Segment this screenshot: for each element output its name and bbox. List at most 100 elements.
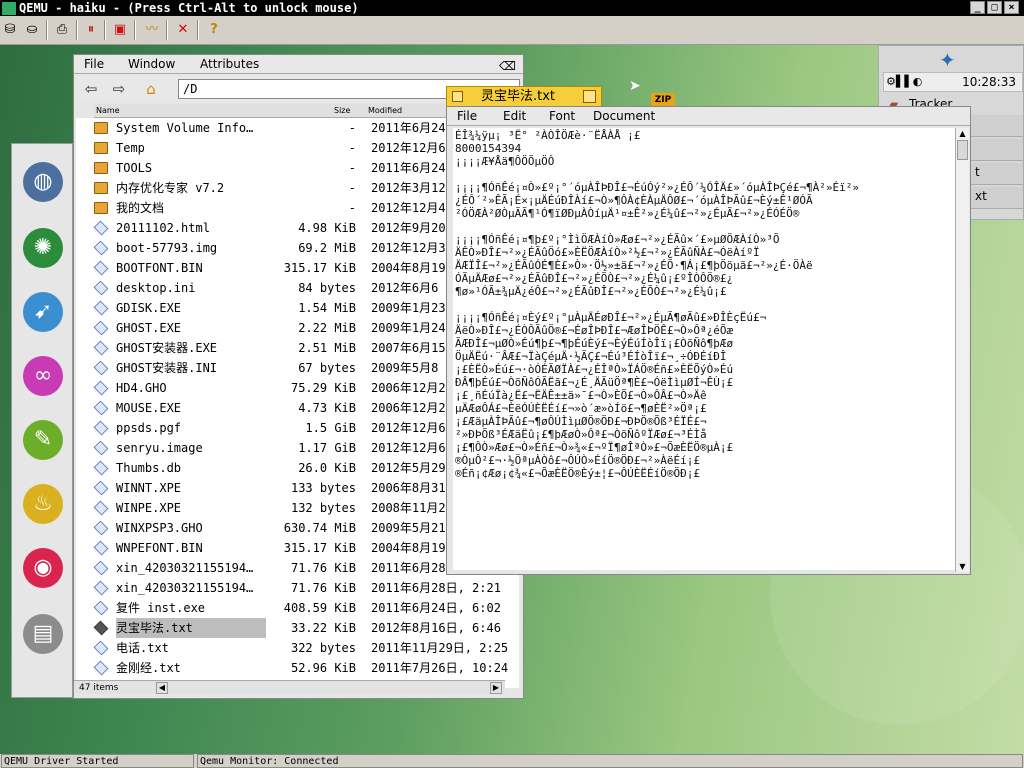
cdrom-drive-icon[interactable]: ⛀ [22, 20, 42, 40]
file-modified: 2011年6月24日, 6:02 [371, 601, 501, 615]
globe-app-icon[interactable]: ◍ [23, 162, 63, 202]
file-size: 26.0 KiB [298, 461, 356, 475]
editor-menu-font[interactable]: Font [549, 107, 575, 126]
home-icon[interactable]: ⌂ [140, 79, 162, 99]
file-name: WINNT.XPE [116, 481, 182, 495]
zip-file-icon[interactable]: ZIP [651, 93, 675, 107]
menu-window[interactable]: Window [128, 55, 175, 74]
file-size: 315.17 KiB [283, 261, 356, 275]
scroll-up-button[interactable]: ▲ [957, 128, 968, 139]
bird-app-icon[interactable]: ➹ [23, 292, 63, 332]
file-size: 71.76 KiB [290, 561, 356, 575]
column-size[interactable]: Size [334, 104, 350, 117]
pause-icon[interactable]: ⏸ [81, 20, 101, 40]
file-row[interactable]: 电话.txt 322 bytes 2011年11月29日, 2:25 [76, 638, 519, 658]
menu-file[interactable]: File [84, 55, 104, 74]
editor-vscroll[interactable]: ▲ ▼ [955, 128, 969, 572]
qemu-status-bar: QEMU Driver Started Qemu Monitor: Connec… [0, 754, 1024, 768]
file-name: 内存优化专家 v7.2 [116, 181, 225, 195]
scroll-thumb[interactable] [957, 140, 968, 160]
mouse-cursor: ➤ [629, 78, 641, 94]
editor-menu-document[interactable]: Document [593, 107, 655, 126]
file-size: 2.51 MiB [298, 341, 356, 355]
eraser-icon[interactable]: ⌫ [499, 57, 516, 76]
file-name: GDISK.EXE [116, 301, 182, 315]
qemu-toolbar: ⛁ ⛀ ⎙ ⏸ ▣ 〰 ✕ ? [0, 16, 1024, 45]
text-line: 8000154394 [455, 142, 522, 155]
file-icon [93, 380, 109, 396]
stop-icon[interactable]: ✕ [173, 20, 193, 40]
editor-menu-edit[interactable]: Edit [503, 107, 526, 126]
file-icon [93, 560, 109, 576]
clock[interactable]: 10:28:33 [962, 73, 1016, 91]
file-icon [93, 300, 109, 316]
column-modified[interactable]: Modified [368, 104, 402, 117]
toolbar-separator [166, 20, 168, 40]
world-app-icon[interactable]: ✺ [23, 228, 63, 268]
haiku-desktop: ◍ ✺ ➹ ∞ ✎ ♨ ◉ ▤ ✦ ⚙▌▌◐ 10:28:33 ▰ Tracke… [0, 45, 1024, 754]
text-line: ÐÂ¶þÉú£¬ÒõÑôÓÃËã£¬¿É¸ÄÃüÖª¶È£¬ÓëÌìµØÍ¬ÊÙ… [455, 376, 734, 389]
file-row[interactable]: 灵宝毕法.txt 33.22 KiB 2012年8月16日, 6:46 [76, 618, 519, 638]
column-name[interactable]: Name [96, 104, 120, 117]
file-name: 金刚经.txt [116, 661, 181, 675]
folder-icon [94, 122, 108, 134]
file-size: 75.29 KiB [290, 381, 356, 395]
file-size: 67 bytes [298, 361, 356, 375]
text-line [455, 298, 953, 311]
text-line: ÉÎ¾¼ÿµ¡ ³Ë° ²ÀÒÎÖÆè·¨ËÅÀÅ ¡£ [455, 129, 641, 142]
file-name: 我的文档 [116, 201, 165, 215]
back-arrow-icon[interactable]: ⇦ [80, 79, 102, 99]
save-state-icon[interactable]: ▣ [110, 20, 130, 40]
help-icon[interactable]: ? [204, 20, 224, 40]
file-modified: 2011年7月26日, 10:24 [371, 661, 509, 675]
file-icon [93, 320, 109, 336]
chat-app-icon[interactable]: ∞ [23, 356, 63, 396]
file-name: WNPEFONT.BIN [116, 541, 203, 555]
file-row[interactable]: 复件 inst.exe 408.59 KiB 2011年6月24日, 6:02 [76, 598, 519, 618]
file-icon [93, 240, 109, 256]
editor-menu-file[interactable]: File [457, 107, 477, 126]
monitor-graph-icon[interactable]: 〰 [142, 20, 162, 40]
toolbar-separator [46, 20, 48, 40]
forward-arrow-icon[interactable]: ⇨ [108, 79, 130, 99]
file-size: 33.22 KiB [290, 621, 356, 635]
scroll-left-button[interactable]: ◀ [156, 682, 168, 694]
file-row[interactable]: xin_42030321155194… 71.76 KiB 2011年6月28日, … [76, 578, 519, 598]
file-name: WINXPSP3.GHO [116, 521, 203, 535]
file-size: 71.76 KiB [290, 581, 356, 595]
screenshot-icon[interactable]: ⎙ [52, 20, 72, 40]
editor-title-tab[interactable]: 灵宝毕法.txt [446, 86, 602, 106]
editor-zoom-button[interactable] [583, 90, 596, 103]
file-size: 1.17 GiB [298, 441, 356, 455]
file-icon [93, 460, 109, 476]
text-line: ¡£¶ÔÒ»Æø£¬Ò»Éñ£¬Ò»¾«£¬ºÏ¶øÎªÒ»£¬ÕæÈËÖ®µÀ… [455, 441, 734, 454]
file-name: BOOTFONT.BIN [116, 261, 203, 275]
haiku-leaf-icon[interactable]: ✦ [939, 48, 956, 72]
floppy-drive-icon[interactable]: ⛁ [0, 20, 20, 40]
scroll-right-button[interactable]: ▶ [490, 682, 502, 694]
text-line: ÃÆÐÎ£¬µØÒ»Éú¶þ£¬¶þÉúÈý£¬ÈýÉúÍòÎï¡£ÒõÑô¶þ… [455, 337, 734, 350]
app-dock: ◍ ✺ ➹ ∞ ✎ ♨ ◉ ▤ [11, 143, 73, 698]
file-size: 1.5 GiB [305, 421, 356, 435]
editor-title: 灵宝毕法.txt [481, 89, 556, 104]
editor-text-area[interactable]: ÉÎ¾¼ÿµ¡ ³Ë° ²ÀÒÎÖÆè·¨ËÅÀÅ ¡£ 8000154394 ¡¡… [453, 128, 955, 570]
folder-icon [94, 162, 108, 174]
file-name: WINPE.XPE [116, 501, 182, 515]
computer-app-icon[interactable]: ▤ [23, 614, 63, 654]
scroll-down-button[interactable]: ▼ [957, 561, 968, 572]
file-name: MOUSE.EXE [116, 401, 182, 415]
close-window-button[interactable]: × [1004, 1, 1019, 14]
file-row[interactable]: 金刚经.txt 52.96 KiB 2011年7月26日, 10:24 [76, 658, 519, 678]
notes-app-icon[interactable]: ✎ [23, 420, 63, 460]
file-icon [93, 580, 109, 596]
editor-close-button[interactable] [452, 91, 463, 102]
tray-icons[interactable]: ⚙▌▌◐ [886, 73, 922, 91]
items-count: 47 items [79, 683, 119, 693]
popcorn-app-icon[interactable]: ♨ [23, 484, 63, 524]
text-line: ²»ÐÞÕß³ÉÆäËû¡£¶þÆøÒ»Ôª£¬ÒõÑôºÏÆø£¬³ÉÌå [455, 428, 707, 441]
media-app-icon[interactable]: ◉ [23, 548, 63, 588]
file-icon [93, 440, 109, 456]
minimize-button[interactable]: _ [970, 1, 985, 14]
menu-attributes[interactable]: Attributes [200, 55, 259, 74]
maximize-button[interactable]: □ [987, 1, 1002, 14]
